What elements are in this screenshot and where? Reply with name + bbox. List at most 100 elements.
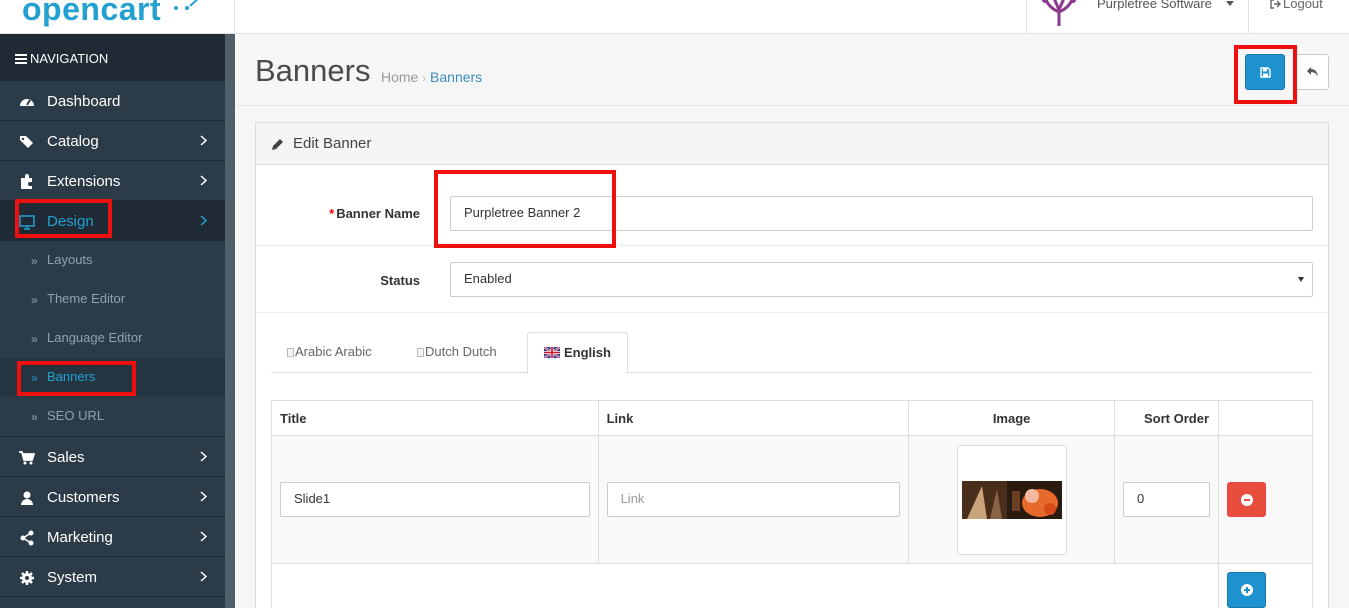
save-icon bbox=[1260, 67, 1271, 78]
sidebar-subitem-seo-url[interactable]: » SEO URL bbox=[0, 397, 225, 436]
bars-icon bbox=[15, 54, 27, 64]
table-row: Slide1 Link 0 bbox=[271, 435, 1313, 564]
status-row: Status Enabled bbox=[256, 246, 1328, 313]
cart-icon bbox=[19, 451, 35, 465]
sidebar-item-design[interactable]: Design bbox=[0, 201, 225, 241]
breadcrumb-home[interactable]: Home bbox=[381, 69, 418, 85]
sidebar-item-label: Extensions bbox=[47, 173, 121, 190]
chevron-right-icon bbox=[200, 135, 207, 146]
double-chevron-icon: » bbox=[31, 410, 38, 424]
column-sort-order: Sort Order bbox=[1114, 400, 1220, 436]
plus-circle-icon bbox=[1241, 584, 1254, 596]
header-divider bbox=[1026, 0, 1027, 33]
sidebar-item-label: System bbox=[47, 569, 98, 586]
minus-circle-icon bbox=[1241, 494, 1254, 506]
logout-label: Logout bbox=[1283, 0, 1323, 11]
tab-flag-alt: Dutch bbox=[425, 344, 459, 359]
cog-icon bbox=[20, 571, 34, 585]
banner-name-label-text: Banner Name bbox=[336, 206, 420, 221]
sidebar-edge bbox=[225, 34, 235, 608]
banner-image-thumbnail[interactable] bbox=[956, 444, 1067, 555]
language-tabs: Arabic Arabic Dutch Dutch English bbox=[271, 332, 1313, 374]
navigation-heading-label: NAVIGATION bbox=[30, 51, 109, 66]
reply-icon bbox=[1307, 67, 1318, 77]
page-header: Banners Home › Banners bbox=[235, 34, 1349, 106]
tags-icon bbox=[20, 136, 33, 148]
link-input[interactable]: Link bbox=[606, 482, 901, 517]
table-header-row: Title Link Image Sort Order bbox=[271, 400, 1313, 436]
share-icon bbox=[20, 530, 34, 546]
sidebar-subitem-label: Layouts bbox=[47, 252, 93, 267]
dashboard-icon bbox=[20, 99, 34, 106]
sort-order-input[interactable]: 0 bbox=[1123, 482, 1211, 517]
save-button[interactable] bbox=[1245, 54, 1285, 90]
sidebar-subitem-layouts[interactable]: » Layouts bbox=[0, 241, 225, 280]
tab-label: Dutch bbox=[462, 344, 497, 359]
breadcrumb-banners[interactable]: Banners bbox=[430, 69, 482, 85]
sidebar-item-sales[interactable]: Sales bbox=[0, 437, 225, 477]
column-image: Image bbox=[908, 400, 1116, 436]
column-actions bbox=[1218, 400, 1313, 436]
status-label: Status bbox=[380, 273, 420, 288]
tab-english[interactable]: English bbox=[527, 332, 628, 374]
add-row-button[interactable] bbox=[1227, 572, 1267, 608]
sidebar-subitem-label: Language Editor bbox=[47, 330, 143, 345]
tab-label: Arabic bbox=[334, 344, 372, 359]
tab-dutch[interactable]: Dutch Dutch bbox=[401, 332, 513, 373]
main-content: Banners Home › Banners Edit Banner * Banner… bbox=[235, 34, 1349, 608]
remove-cell bbox=[1218, 435, 1313, 564]
chevron-down-icon[interactable] bbox=[1226, 1, 1234, 6]
breadcrumb: Home › Banners bbox=[381, 69, 482, 85]
banner-name-input[interactable]: Purpletree Banner 2 bbox=[450, 196, 1313, 231]
tab-flag-alt: Arabic bbox=[295, 344, 332, 359]
sidebar-item-dashboard[interactable]: Dashboard bbox=[0, 81, 225, 121]
title-cell: Slide1 bbox=[271, 435, 599, 564]
double-chevron-icon: » bbox=[31, 371, 38, 385]
sidebar-item-label: Customers bbox=[47, 489, 120, 506]
sidebar-subitem-label: Theme Editor bbox=[47, 291, 126, 306]
tab-arabic[interactable]: Arabic Arabic bbox=[271, 332, 388, 373]
sidebar-item-marketing[interactable]: Marketing bbox=[0, 517, 225, 557]
edit-banner-panel: Edit Banner * Banner Name Purpletree Bann… bbox=[255, 122, 1329, 608]
sidebar: NAVIGATION Dashboard Catalog Extensions … bbox=[0, 34, 225, 608]
link-cell: Link bbox=[597, 435, 910, 564]
broken-image-icon bbox=[287, 348, 294, 357]
sidebar-subitem-label: Banners bbox=[47, 369, 96, 384]
chevron-right-icon bbox=[200, 531, 207, 542]
status-select[interactable]: Enabled bbox=[450, 262, 1313, 297]
sign-out-icon bbox=[1270, 0, 1281, 9]
chevron-right-icon bbox=[200, 215, 207, 226]
double-chevron-icon: » bbox=[31, 293, 38, 307]
sidebar-item-label: Design bbox=[47, 213, 94, 230]
sidebar-subitem-banners[interactable]: » Banners bbox=[0, 358, 225, 397]
sidebar-subitem-theme-editor[interactable]: » Theme Editor bbox=[0, 280, 225, 319]
sidebar-item-customers[interactable]: Customers bbox=[0, 477, 225, 517]
sidebar-item-catalog[interactable]: Catalog bbox=[0, 121, 225, 161]
sidebar-item-label: Sales bbox=[47, 449, 85, 466]
sidebar-subitem-language-editor[interactable]: » Language Editor bbox=[0, 319, 225, 358]
user-icon bbox=[21, 491, 33, 505]
table-footer-row bbox=[270, 563, 1313, 608]
remove-row-button[interactable] bbox=[1227, 482, 1267, 517]
user-name-dropdown[interactable]: Purpletree Software bbox=[1097, 0, 1212, 11]
cart-logo-icon bbox=[174, 0, 199, 10]
logout-link[interactable]: Logout bbox=[1270, 0, 1323, 11]
user-avatar-tree-icon[interactable] bbox=[1037, 0, 1081, 28]
sidebar-item-system[interactable]: System bbox=[0, 557, 225, 597]
banner-images-table: Title Link Image Sort Order Slide1 Link bbox=[270, 400, 1313, 608]
sort-order-cell: 0 bbox=[1114, 435, 1220, 564]
back-button[interactable] bbox=[1296, 54, 1329, 90]
header-divider bbox=[234, 0, 235, 33]
puzzle-icon bbox=[21, 174, 32, 189]
navigation-heading: NAVIGATION bbox=[0, 34, 225, 81]
title-input[interactable]: Slide1 bbox=[280, 482, 590, 517]
header-divider bbox=[1248, 0, 1249, 33]
sidebar-item-extensions[interactable]: Extensions bbox=[0, 161, 225, 201]
chevron-right-icon bbox=[200, 175, 207, 186]
chevron-right-icon bbox=[200, 451, 207, 462]
required-asterisk: * bbox=[329, 206, 335, 221]
top-header: opencart Purpletree Software Logout bbox=[0, 0, 1349, 34]
opencart-logo[interactable]: opencart bbox=[22, 0, 161, 28]
sidebar-item-label: Dashboard bbox=[47, 93, 121, 110]
double-chevron-icon: » bbox=[31, 254, 38, 268]
